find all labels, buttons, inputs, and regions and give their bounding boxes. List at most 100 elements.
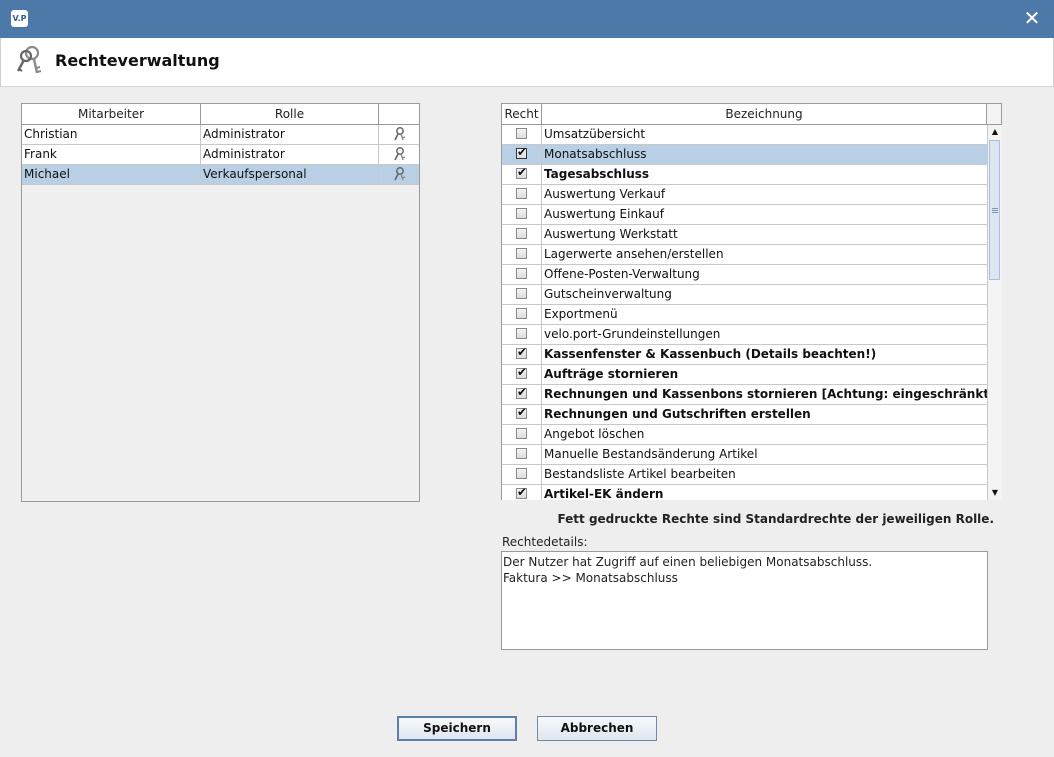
right-label: Manuelle Bestandsänderung Artikel [544, 447, 758, 461]
right-checkbox[interactable] [516, 428, 527, 439]
header-panel: Rechteverwaltung [0, 38, 1054, 87]
edit-role-icon[interactable] [379, 125, 419, 144]
right-checkbox-cell [502, 305, 542, 324]
right-checkbox-cell: ✔ [502, 345, 542, 364]
right-label: Lagerwerte ansehen/erstellen [544, 247, 724, 261]
scroll-down-arrow-icon[interactable]: ▼ [989, 487, 1001, 499]
table-row[interactable]: Lagerwerte ansehen/erstellen [502, 245, 987, 265]
right-checkbox[interactable]: ✔ [516, 485, 528, 499]
right-checkbox[interactable] [516, 328, 527, 339]
rights-details-label: Rechtedetails: [502, 535, 588, 549]
table-row[interactable]: velo.port-Grundeinstellungen [502, 325, 987, 345]
table-row[interactable]: Bestandsliste Artikel bearbeiten [502, 465, 987, 485]
right-checkbox-cell: ✔ [502, 145, 542, 164]
table-row[interactable]: Offene-Posten-Verwaltung [502, 265, 987, 285]
right-checkbox-cell [502, 465, 542, 484]
table-row[interactable]: Angebot löschen [502, 425, 987, 445]
right-label: Kassenfenster & Kassenbuch (Details beac… [544, 347, 877, 361]
right-checkbox-cell [502, 325, 542, 344]
table-row[interactable]: Christian Administrator [22, 125, 419, 145]
table-row[interactable]: Michael Verkaufspersonal [22, 165, 419, 185]
save-button[interactable]: Speichern [397, 716, 517, 741]
right-checkbox[interactable]: ✔ [516, 365, 528, 379]
table-row[interactable]: ✔ Kassenfenster & Kassenbuch (Details bea… [502, 345, 987, 365]
right-checkbox[interactable] [516, 188, 527, 199]
right-label: Auswertung Einkauf [544, 207, 664, 221]
close-icon[interactable]: ✕ [1022, 8, 1042, 28]
right-checkbox[interactable]: ✔ [516, 345, 528, 359]
table-row[interactable]: ✔ Aufträge stornieren [502, 365, 987, 385]
checkmark-icon: ✔ [517, 485, 528, 499]
right-checkbox[interactable] [516, 448, 527, 459]
edit-role-icon[interactable] [379, 145, 419, 164]
scroll-thumb[interactable] [989, 140, 1000, 280]
table-row[interactable]: ✔ Rechnungen und Gutschriften erstellen [502, 405, 987, 425]
rights-details-textarea[interactable]: Der Nutzer hat Zugriff auf einen beliebi… [501, 551, 988, 650]
right-checkbox[interactable] [516, 128, 527, 139]
right-checkbox-cell [502, 445, 542, 464]
right-checkbox-cell: ✔ [502, 485, 542, 500]
edit-role-icon[interactable] [379, 165, 419, 184]
right-checkbox[interactable] [516, 468, 527, 479]
right-label: Monatsabschluss [544, 147, 647, 161]
page-title: Rechteverwaltung [55, 51, 220, 70]
scroll-up-arrow-icon[interactable]: ▲ [989, 126, 1001, 138]
column-header-action [379, 104, 419, 124]
table-row[interactable]: ✔ Rechnungen und Kassenbons stornieren [A… [502, 385, 987, 405]
table-row[interactable]: Auswertung Verkauf [502, 185, 987, 205]
table-row[interactable]: Manuelle Bestandsänderung Artikel [502, 445, 987, 465]
app-logo-icon: V.P [11, 10, 28, 27]
column-header-mitarbeiter[interactable]: Mitarbeiter [22, 104, 201, 124]
rights-scrollbar[interactable]: ▲ ▼ [987, 125, 1002, 500]
right-checkbox[interactable]: ✔ [516, 165, 528, 179]
right-checkbox[interactable] [516, 288, 527, 299]
right-checkbox[interactable] [516, 248, 527, 259]
column-header-recht[interactable]: Recht [502, 104, 542, 124]
table-row[interactable]: Auswertung Einkauf [502, 205, 987, 225]
right-checkbox[interactable]: ✔ [516, 385, 527, 399]
table-row[interactable]: Auswertung Werkstatt [502, 225, 987, 245]
right-checkbox-cell [502, 285, 542, 304]
employee-role: Administrator [201, 145, 379, 164]
right-checkbox[interactable] [516, 308, 527, 319]
column-header-bezeichnung[interactable]: Bezeichnung [542, 104, 987, 124]
right-label: velo.port-Grundeinstellungen [544, 327, 721, 341]
table-row[interactable]: Umsatzübersicht [502, 125, 987, 145]
right-checkbox-cell [502, 265, 542, 284]
right-checkbox[interactable] [516, 228, 527, 239]
details-line: Der Nutzer hat Zugriff auf einen beliebi… [503, 555, 873, 569]
details-line: Faktura >> Monatsabschluss [503, 571, 678, 585]
column-header-rolle[interactable]: Rolle [201, 104, 379, 124]
right-checkbox-cell: ✔ [502, 385, 542, 404]
checkmark-icon: ✔ [517, 145, 528, 159]
checkmark-icon: ✔ [517, 345, 528, 359]
right-label: Bestandsliste Artikel bearbeiten [544, 467, 736, 481]
table-row[interactable]: ✔ Monatsabschluss [502, 145, 987, 165]
right-label: Aufträge stornieren [544, 367, 679, 381]
right-label: Artikel-EK ändern [544, 487, 664, 500]
right-label: Auswertung Werkstatt [544, 227, 678, 241]
right-checkbox[interactable]: ✔ [516, 145, 528, 159]
right-label: Offene-Posten-Verwaltung [544, 267, 700, 281]
right-checkbox-cell [502, 425, 542, 444]
table-row[interactable]: ✔ Artikel-EK ändern [502, 485, 987, 500]
checkmark-icon: ✔ [517, 165, 528, 179]
cancel-button[interactable]: Abbrechen [537, 716, 657, 741]
table-row[interactable]: ✔ Tagesabschluss [502, 165, 987, 185]
employee-name: Frank [22, 145, 201, 164]
checkmark-icon: ✔ [517, 365, 528, 379]
rights-table-body: Umsatzübersicht ✔ Monatsabschluss ✔ Tagesabs… [502, 125, 987, 500]
right-label: Gutscheinverwaltung [544, 287, 672, 301]
checkmark-icon: ✔ [517, 405, 528, 419]
right-checkbox-cell [502, 245, 542, 264]
table-row[interactable]: Exportmenü [502, 305, 987, 325]
right-checkbox[interactable] [516, 208, 527, 219]
right-checkbox[interactable]: ✔ [516, 405, 528, 419]
right-checkbox[interactable] [516, 268, 527, 279]
employee-name: Michael [22, 165, 201, 184]
right-checkbox-cell [502, 205, 542, 224]
column-header-corner [987, 104, 1001, 124]
table-row[interactable]: Frank Administrator [22, 145, 419, 165]
rights-table: Recht Bezeichnung Umsatzübersicht ✔ Monats… [501, 103, 1002, 500]
table-row[interactable]: Gutscheinverwaltung [502, 285, 987, 305]
